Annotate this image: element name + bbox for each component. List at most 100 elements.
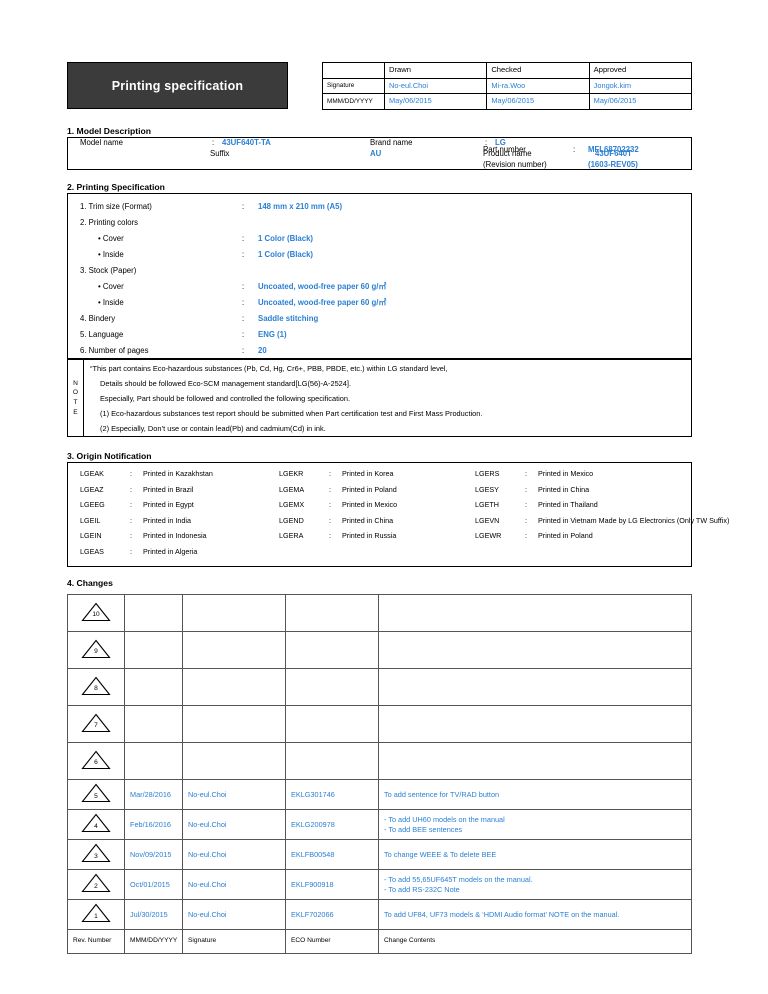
table-row: 9 — [67, 631, 692, 669]
document-header: Printing specification Drawn Checked App… — [67, 62, 693, 110]
origin-code: LGEND — [279, 515, 304, 525]
change-date — [124, 594, 183, 632]
ps-value-colors-inside: 1 Color (Black) — [258, 250, 314, 259]
table-row: 2 Oct/01/2015 No-eul.Choi EKLF900918- To ad… — [67, 869, 692, 900]
signature-drawn: No-eul.Choi — [383, 77, 488, 95]
revision-marker-cell: 8 — [67, 668, 125, 706]
origin-text: Printed in Korea — [342, 469, 394, 478]
revision-marker-cell: 9 — [67, 631, 125, 669]
origin-text: Printed in Mexico — [538, 469, 594, 478]
label-model-name: Model name — [80, 138, 123, 148]
note-line-5: (2) Especially, Don’t use or contain lea… — [100, 423, 326, 433]
origin-sep: : — [525, 500, 527, 509]
section-heading-origin-notification: 3. Origin Notification — [67, 451, 152, 461]
origin-code: LGEWR — [475, 531, 502, 540]
ps-value-number-of-pages: 20 — [258, 346, 267, 355]
change-eco-number: EKLF900918 — [285, 869, 379, 900]
change-eco-number — [285, 631, 379, 669]
footer-label-change-contents: Change Contents — [378, 929, 692, 954]
change-contents: - To add UH60 models on the manual - To … — [378, 809, 692, 840]
revision-number: 5 — [94, 792, 98, 800]
origin-sep: : — [130, 546, 132, 556]
change-contents — [378, 631, 692, 669]
change-contents: To change WEEE & To delete BEE — [378, 839, 692, 870]
revision-triangle-icon: 4 — [81, 813, 111, 833]
revision-marker-cell: 7 — [67, 705, 125, 743]
table-row: 6 — [67, 742, 692, 780]
revision-marker-cell: 4 — [67, 809, 125, 840]
ps-value-stock-cover: Uncoated, wood-free paper 60 g/㎡ — [258, 282, 387, 291]
ps-label-stock: 3. Stock (Paper) — [80, 266, 137, 275]
change-eco-number: EKLF702066 — [285, 899, 379, 930]
change-eco-number — [285, 742, 379, 780]
ps-label-colors-inside: • Inside — [98, 250, 124, 259]
table-row: 7 — [67, 705, 692, 743]
sep-part-number: : — [573, 145, 576, 154]
ps-label-trim-size: 1. Trim size (Format) — [80, 202, 152, 211]
change-signature — [182, 631, 286, 669]
origin-row: LGETH: Printed in Thailand — [475, 500, 690, 509]
revision-triangle-icon: 2 — [81, 873, 111, 893]
printing-specification-box: 1. Trim size (Format) : 148 mm x 210 mm … — [67, 193, 692, 359]
note-content: “This part contains Eco-hazardous substa… — [90, 365, 687, 440]
origin-code: LGEAK — [80, 469, 104, 478]
change-signature — [182, 668, 286, 706]
origin-code: LGEMA — [279, 484, 305, 494]
revision-triangle-icon: 5 — [81, 783, 111, 803]
revision-marker-cell: 2 — [67, 869, 125, 900]
row-label-signature: Signature — [322, 77, 385, 95]
origin-code: LGEEG — [80, 500, 105, 509]
section-heading-changes: 4. Changes — [67, 578, 113, 588]
origin-sep: : — [329, 515, 331, 525]
date-approved: May/06/2015 — [588, 93, 693, 110]
revision-triangle-icon: 8 — [81, 676, 111, 696]
note-line-1: “This part contains Eco-hazardous substa… — [90, 364, 448, 373]
change-signature: No-eul.Choi — [182, 779, 286, 810]
ps-sep-colors-inside: : — [242, 250, 245, 259]
origin-sep: : — [130, 515, 132, 525]
origin-sep: : — [130, 500, 132, 509]
note-line-3: Especially, Part should be followed and … — [100, 393, 351, 403]
origin-column-1: LGEAK: Printed in Kazakhstan LGEAZ: Printe… — [80, 469, 280, 562]
origin-row: LGEAK: Printed in Kazakhstan — [80, 469, 280, 478]
ps-value-trim-size: 148 mm x 210 mm (A5) — [258, 202, 343, 211]
page-title: Printing specification — [111, 78, 244, 93]
note-line-2: Details should be followed Eco-SCM manag… — [100, 378, 352, 388]
ps-sep-stock-inside: : — [242, 298, 245, 307]
origin-row: LGEMA: Printed in Poland — [279, 485, 469, 494]
change-date: Mar/28/2016 — [124, 779, 183, 810]
table-header-row: Drawn Checked Approved — [322, 62, 693, 79]
revision-number: 9 — [94, 648, 98, 656]
change-eco-number — [285, 594, 379, 632]
origin-sep: : — [525, 515, 527, 525]
note-box: NOTE “This part contains Eco-hazardous s… — [67, 359, 692, 437]
origin-row: LGERS: Printed in Mexico — [475, 469, 690, 478]
origin-code: LGETH — [475, 500, 499, 509]
change-date: Feb/16/2016 — [124, 809, 183, 840]
origin-code: LGEIN — [80, 531, 102, 540]
origin-row: LGESY: Printed in China — [475, 485, 690, 494]
signature-approved: Jongok.kim — [588, 77, 693, 95]
origin-row: LGEKR: Printed in Korea — [279, 469, 469, 478]
ps-value-colors-cover: 1 Color (Black) — [258, 234, 314, 243]
revision-number: 8 — [94, 685, 98, 693]
ps-label-printing-colors: 2. Printing colors — [80, 218, 139, 227]
revision-number: 10 — [92, 611, 100, 619]
origin-sep: : — [329, 531, 331, 540]
footer-label-eco-number: ECO Number — [285, 929, 379, 954]
origin-code: LGEAZ — [80, 484, 104, 494]
model-description-box: Model name : 43UF640T-TA Brand name : LG… — [67, 137, 692, 170]
label-revision-number: (Revision number) — [483, 160, 547, 169]
footer-label-rev-number: Rev. Number — [67, 929, 125, 954]
revision-number: 2 — [94, 882, 98, 890]
origin-text: Printed in China — [342, 515, 394, 525]
origin-code: LGESY — [475, 484, 499, 494]
change-date — [124, 705, 183, 743]
revision-marker-cell: 1 — [67, 899, 125, 930]
ps-value-language: ENG (1) — [258, 330, 287, 339]
origin-sep: : — [130, 531, 132, 540]
change-date: Jul/30/2015 — [124, 899, 183, 930]
change-signature: No-eul.Choi — [182, 839, 286, 870]
change-contents — [378, 705, 692, 743]
change-signature — [182, 705, 286, 743]
